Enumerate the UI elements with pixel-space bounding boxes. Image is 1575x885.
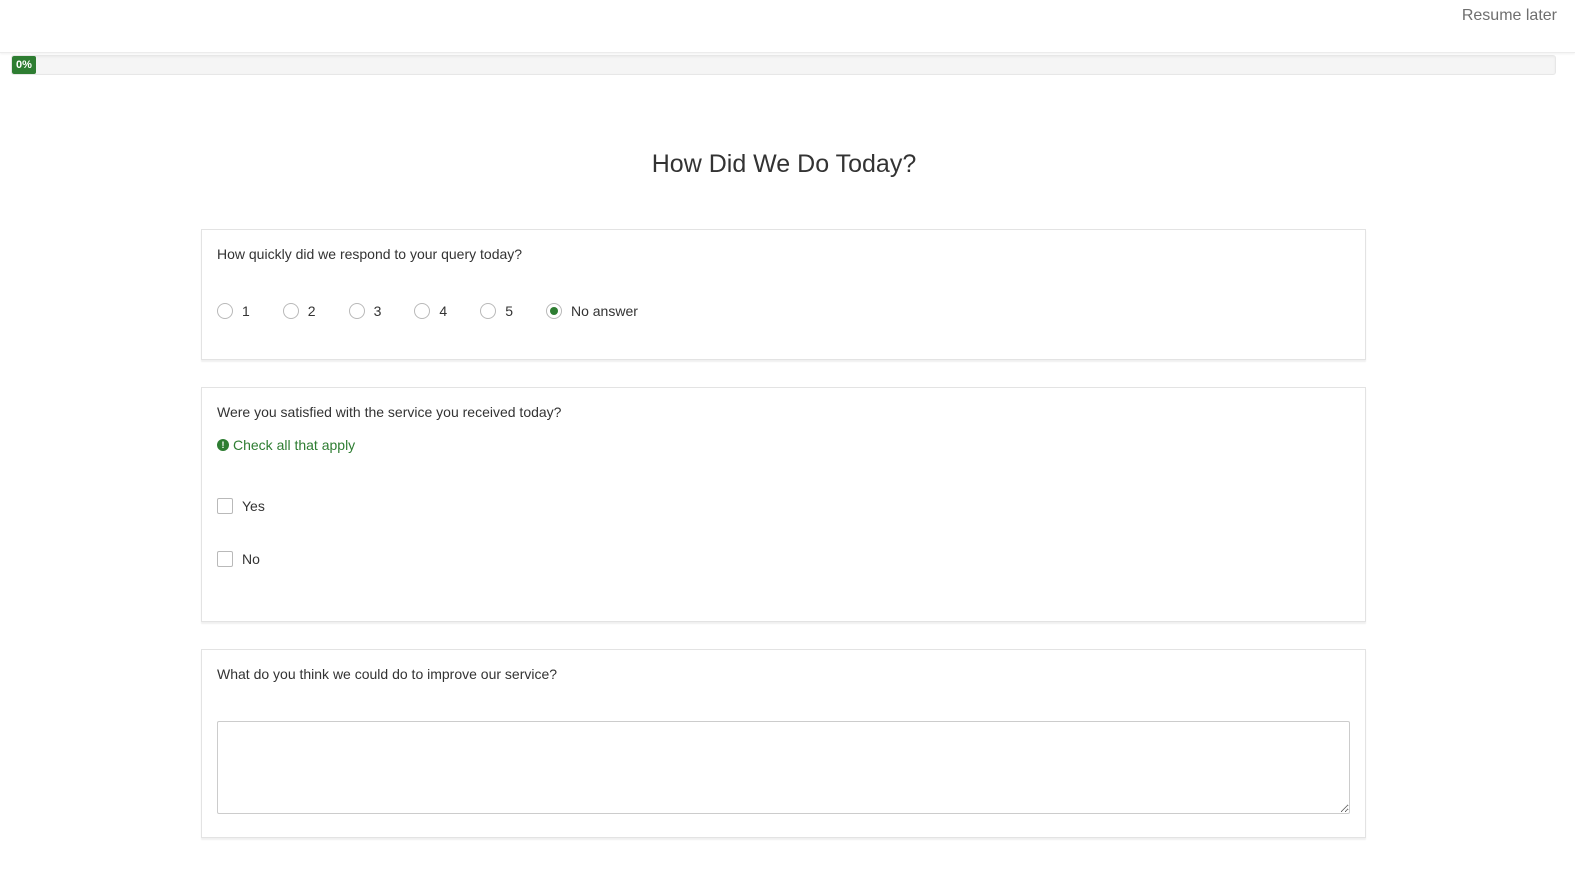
checkbox-label: Yes (242, 498, 265, 514)
top-navbar: Resume later (0, 0, 1575, 53)
help-text: ! Check all that apply (217, 437, 355, 453)
checkbox[interactable] (217, 551, 233, 567)
checkbox-option-yes[interactable]: Yes (217, 498, 265, 514)
radio-label: 3 (373, 303, 382, 319)
checkbox-option-no[interactable]: No (217, 551, 260, 567)
resume-later-link[interactable]: Resume later (1462, 7, 1557, 25)
radio-button[interactable] (414, 303, 431, 319)
progress-bar-fill: 0% (12, 56, 36, 74)
radio-button[interactable] (282, 303, 299, 319)
radio-option-2[interactable]: 2 (282, 303, 316, 319)
radio-group: 1 2 3 4 5 No answer (217, 303, 671, 319)
question-card-satisfaction: Were you satisfied with the service you … (201, 387, 1366, 622)
progress-bar: 0% (11, 55, 1556, 75)
improvement-textarea[interactable] (217, 721, 1350, 814)
exclamation-circle-icon: ! (217, 439, 229, 451)
checkbox-label: No (242, 551, 260, 567)
help-text-label: Check all that apply (233, 437, 356, 453)
radio-button[interactable] (217, 303, 233, 319)
radio-option-3[interactable]: 3 (348, 303, 382, 319)
radio-button-selected[interactable] (545, 303, 562, 319)
radio-button[interactable] (348, 303, 365, 319)
radio-label: 2 (307, 303, 316, 319)
survey-title: How Did We Do Today? (651, 150, 917, 178)
radio-option-1[interactable]: 1 (217, 303, 250, 319)
checkbox[interactable] (217, 498, 233, 514)
radio-option-no-answer[interactable]: No answer (545, 303, 638, 319)
radio-label: 1 (242, 303, 250, 319)
radio-label: 4 (439, 303, 448, 319)
radio-label: 5 (505, 303, 513, 319)
radio-button[interactable] (480, 303, 497, 319)
question-card-response-speed: How quickly did we respond to your query… (201, 229, 1366, 360)
question-text: How quickly did we respond to your query… (217, 246, 523, 262)
question-card-improvement: What do you think we could do to improve… (201, 649, 1366, 838)
question-text: What do you think we could do to improve… (217, 666, 558, 682)
radio-label: No answer (570, 303, 638, 319)
radio-option-5[interactable]: 5 (480, 303, 513, 319)
radio-option-4[interactable]: 4 (414, 303, 447, 319)
question-text: Were you satisfied with the service you … (217, 404, 562, 420)
